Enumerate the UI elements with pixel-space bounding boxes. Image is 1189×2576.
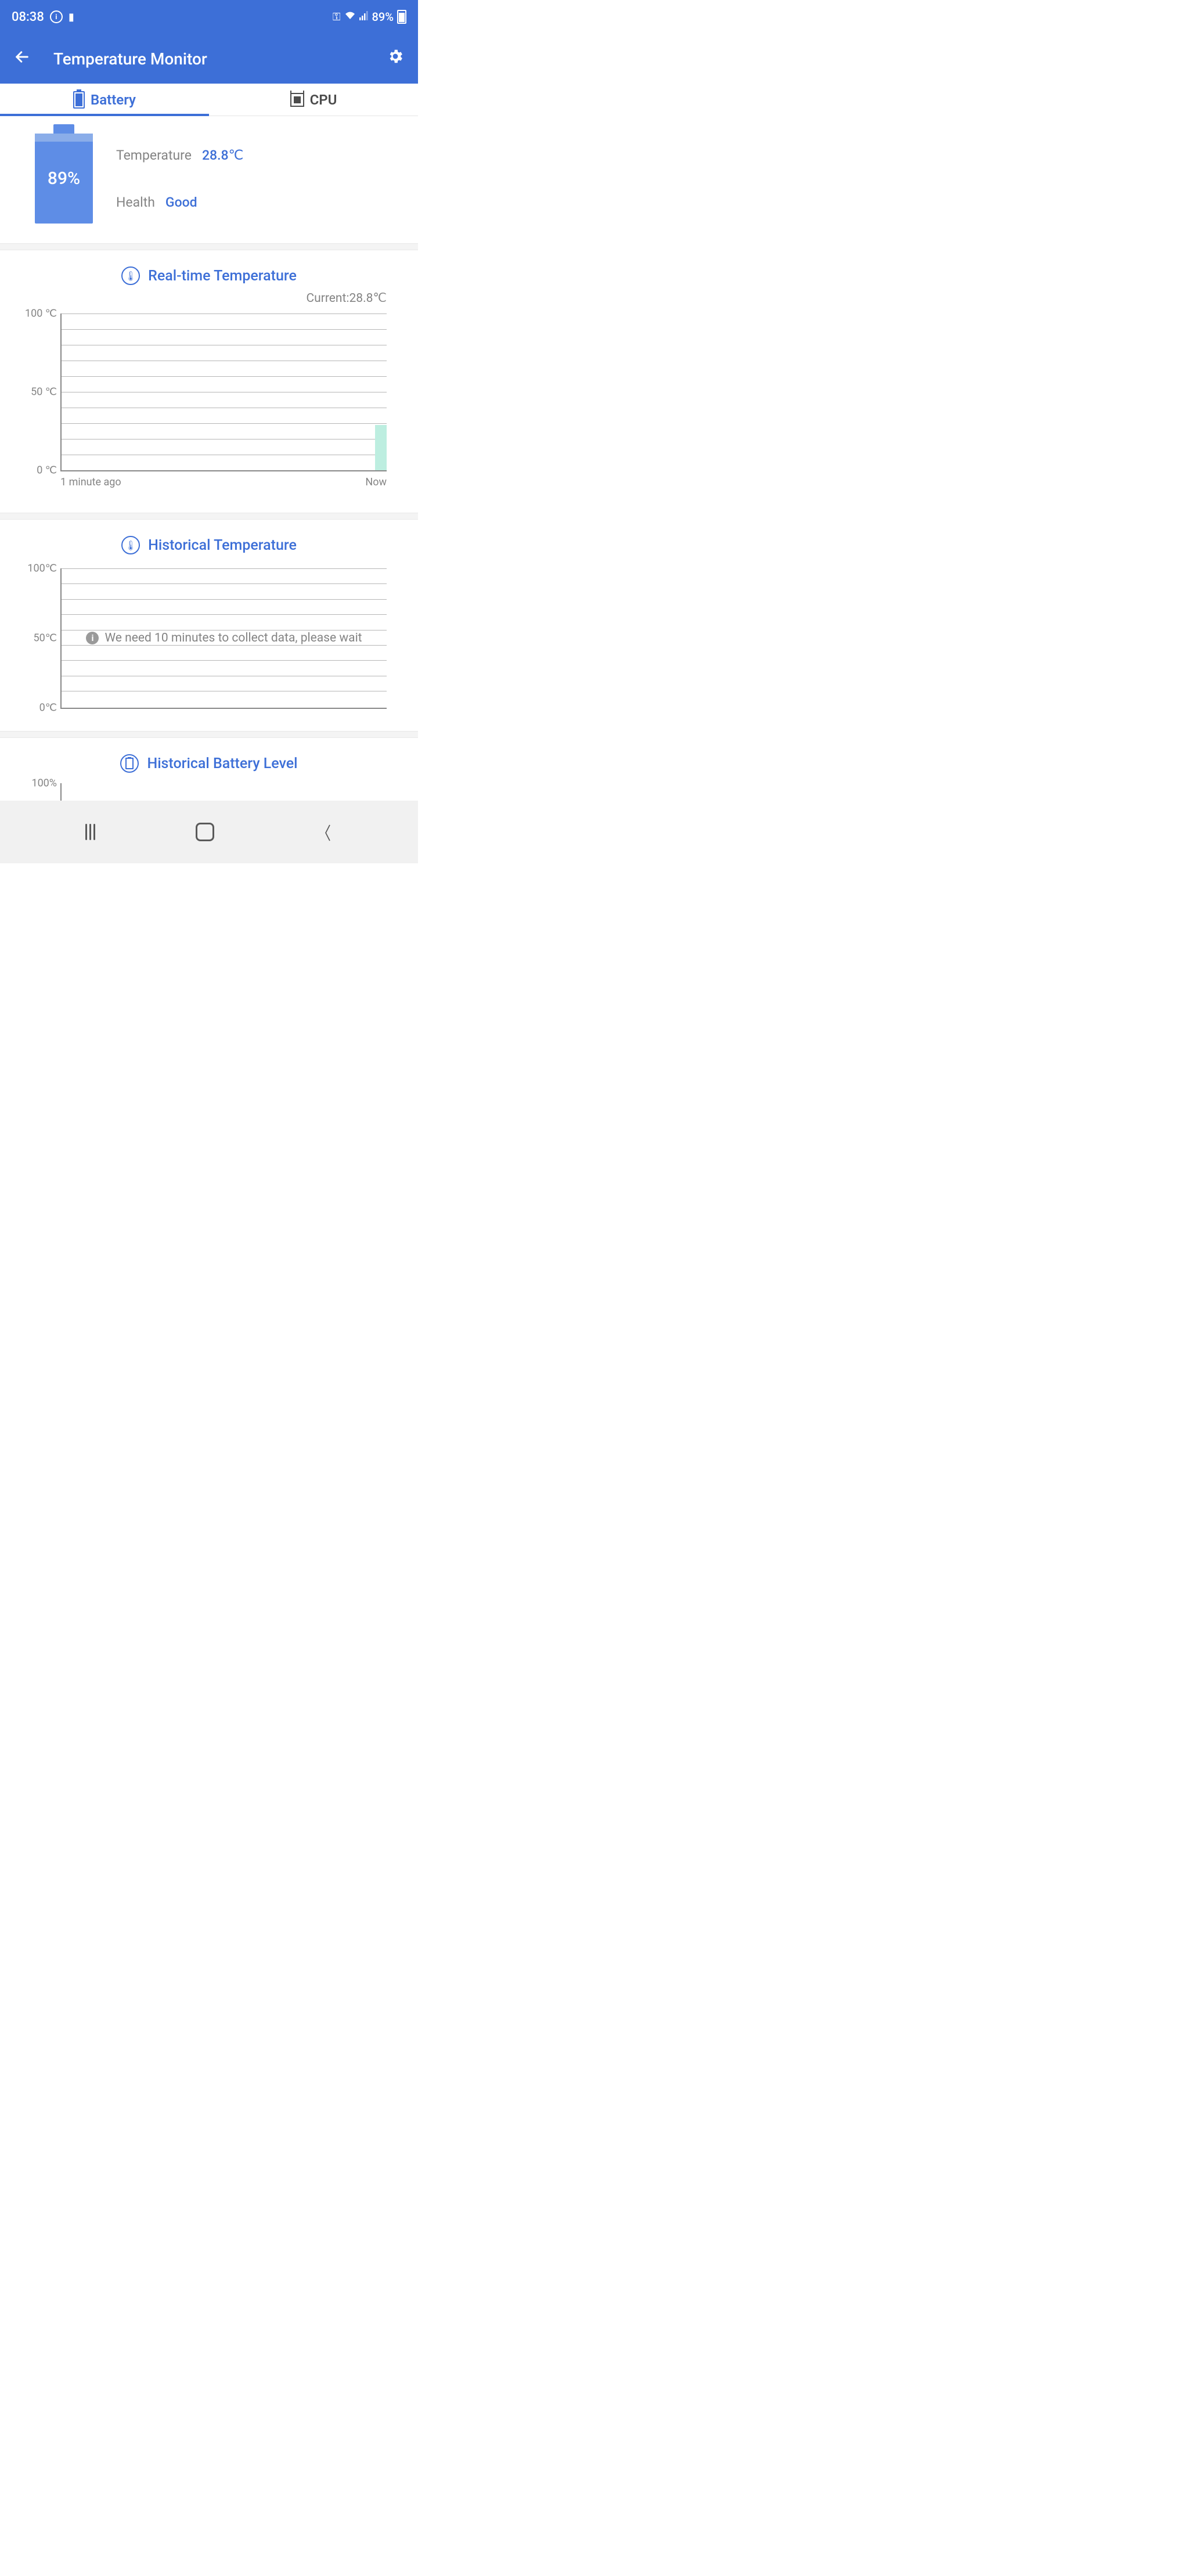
realtime-chart: 100 ℃ 50 ℃ 0 ℃ 1 minute ago Now (60, 314, 387, 496)
battery-level-ytick: 100% (31, 777, 62, 790)
historical-message-text: We need 10 minutes to collect data, plea… (105, 631, 362, 645)
realtime-xlabel-right: Now (365, 476, 387, 488)
status-bar: 08:38 i ▮ ⚿ 89% (0, 0, 418, 34)
historical-temperature-section: 🌡 Historical Temperature 100℃ 50℃ 0℃ i W… (0, 520, 418, 731)
realtime-current-label: Current:28.8℃ (14, 289, 404, 310)
info-icon: i (50, 10, 63, 23)
system-nav-bar: 〈 (0, 801, 418, 863)
historical-title-row: 🌡 Historical Temperature (14, 524, 404, 558)
tab-battery-label: Battery (91, 92, 136, 108)
summary-health-value: Good (165, 194, 197, 210)
tab-bar: Battery CPU (0, 84, 418, 116)
wifi-icon (344, 11, 356, 23)
battery-percent-large: 89% (48, 168, 80, 189)
historical-title: Historical Temperature (148, 537, 297, 554)
realtime-data-bar (375, 425, 387, 470)
info-icon: i (86, 632, 99, 644)
battery-circle-icon (120, 754, 139, 773)
app-bar: Temperature Monitor (0, 34, 418, 84)
historical-ytick: 50℃ (34, 632, 62, 644)
nav-recents-button[interactable] (85, 824, 95, 840)
summary-health-label: Health (116, 194, 155, 210)
tab-battery[interactable]: Battery (0, 84, 209, 116)
summary-temp-value: 28.8℃ (202, 147, 243, 163)
thermometer-icon: 🌡 (121, 266, 140, 285)
realtime-title: Real-time Temperature (148, 268, 297, 284)
realtime-title-row: 🌡 Real-time Temperature (14, 255, 404, 289)
settings-button[interactable] (387, 48, 404, 70)
battery-graphic: 89% (35, 134, 93, 224)
historical-battery-level-section: Historical Battery Level 100% (0, 738, 418, 801)
status-time: 08:38 (12, 10, 44, 24)
summary-temp-label: Temperature (116, 147, 192, 163)
realtime-ytick: 0 ℃ (37, 464, 62, 477)
summary-temperature-row: Temperature 28.8℃ (116, 147, 243, 163)
tab-cpu-label: CPU (310, 92, 337, 108)
summary-health-row: Health Good (116, 194, 243, 210)
realtime-temperature-section: 🌡 Real-time Temperature Current:28.8℃ 10… (0, 250, 418, 513)
page-title: Temperature Monitor (53, 49, 387, 69)
signal-icon (359, 11, 369, 23)
thermometer-icon: 🌡 (121, 536, 140, 554)
battery-summary-card: 89% Temperature 28.8℃ Health Good (0, 116, 418, 243)
battery-level-title: Historical Battery Level (147, 755, 297, 772)
battery-level-chart: 100% (60, 783, 387, 801)
battery-icon (397, 10, 406, 24)
historical-wait-message: i We need 10 minutes to collect data, pl… (62, 631, 387, 645)
realtime-xlabel-left: 1 minute ago (60, 476, 121, 488)
tab-cpu[interactable]: CPU (209, 84, 418, 116)
status-battery-pct: 89% (372, 10, 394, 24)
historical-chart: 100℃ 50℃ 0℃ i We need 10 minutes to coll… (60, 568, 387, 709)
flashlight-icon: ▮ (69, 11, 74, 23)
nav-home-button[interactable] (196, 823, 214, 841)
historical-ytick: 0℃ (39, 702, 62, 714)
nav-back-button[interactable]: 〈 (317, 819, 331, 845)
realtime-ytick: 50 ℃ (31, 386, 62, 398)
cpu-tab-icon (290, 93, 304, 107)
battery-level-title-row: Historical Battery Level (14, 743, 404, 776)
historical-ytick: 100℃ (27, 563, 62, 575)
realtime-ytick: 100 ℃ (25, 308, 62, 320)
battery-tab-icon (73, 91, 85, 109)
vpn-key-icon: ⚿ (333, 11, 341, 23)
back-button[interactable] (14, 49, 30, 69)
